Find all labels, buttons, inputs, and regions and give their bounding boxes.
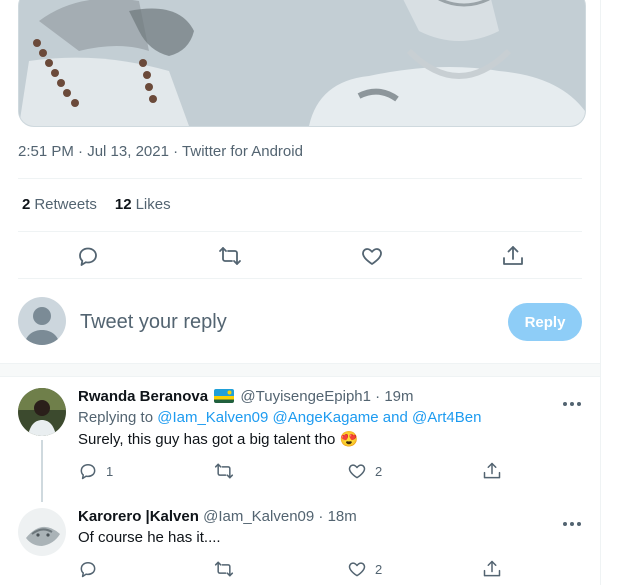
reply-body: Karorero |Kalven @Iam_Kalven09 · 18m Of … — [78, 508, 584, 582]
retweets-count: 2 — [22, 196, 31, 213]
relative-time[interactable]: 18m — [328, 508, 357, 525]
tweet-text-content: Surely, this guy has got a big talent th… — [78, 431, 336, 448]
reply-tweet[interactable]: Rwanda Beranova @TuyisengeEpiph1 · 19m R… — [18, 388, 584, 502]
replying-to-line: Replying to @Iam_Kalven09 @AngeKagame an… — [78, 409, 584, 426]
replying-to-mentions[interactable]: @Iam_Kalven09 @AngeKagame and @Art4Ben — [157, 409, 481, 426]
share-action[interactable] — [482, 558, 502, 580]
tweet-media-image[interactable] — [18, 0, 586, 127]
retweets-stat[interactable]: 2 Retweets — [22, 196, 97, 213]
pencil-drawing-illustration — [19, 0, 585, 126]
reply-icon — [80, 464, 96, 480]
like-action[interactable]: 2 — [347, 558, 382, 580]
reply-action-bar: 1 2 — [78, 460, 584, 484]
tweet-timestamp-line: 2:51 PM · Jul 13, 2021 · Twitter for And… — [18, 143, 303, 160]
separator-dot: · — [375, 388, 385, 405]
display-name[interactable]: Rwanda Beranova — [78, 388, 208, 405]
likes-stat[interactable]: 12 Likes — [115, 196, 171, 213]
reply-action[interactable] — [78, 558, 106, 580]
retweet-icon — [214, 561, 234, 577]
share-icon — [483, 462, 501, 479]
separator-dot: · — [78, 143, 88, 160]
reply-header: Rwanda Beranova @TuyisengeEpiph1 · 19m — [78, 388, 584, 405]
retweet-icon — [214, 463, 234, 479]
divider — [18, 278, 582, 279]
tweet-detail-column: 2:51 PM · Jul 13, 2021 · Twitter for And… — [0, 0, 601, 585]
more-options-icon[interactable] — [562, 394, 582, 406]
divider — [18, 178, 582, 179]
more-options-icon[interactable] — [562, 514, 582, 526]
thread-connector — [41, 440, 43, 502]
reply-action-bar: 2 — [78, 558, 584, 582]
tweet-stats: 2 Retweets 12 Likes — [22, 196, 171, 213]
divider — [18, 231, 582, 232]
reply-composer: Tweet your reply Reply — [18, 297, 582, 349]
tweet-action-bar — [18, 240, 582, 272]
share-icon — [483, 560, 501, 577]
like-count: 2 — [375, 463, 383, 479]
tweet-text: Of course he has it.... — [78, 529, 221, 546]
reply-icon[interactable] — [76, 244, 100, 268]
replying-prefix: Replying to — [78, 409, 154, 426]
retweet-action[interactable] — [214, 558, 242, 580]
heart-icon — [348, 562, 366, 577]
heart-icon[interactable] — [360, 244, 384, 268]
reply-action[interactable]: 1 — [78, 460, 113, 482]
heart-eyes-emoji: 😍 — [339, 431, 359, 448]
share-icon[interactable] — [501, 244, 525, 268]
retweets-label: Retweets — [34, 196, 97, 213]
likes-count: 12 — [114, 196, 132, 213]
heart-icon — [348, 464, 366, 479]
reply-body: Rwanda Beranova @TuyisengeEpiph1 · 19m R… — [78, 388, 584, 484]
handle[interactable]: @Iam_Kalven09 — [203, 508, 314, 525]
default-avatar-icon — [18, 297, 66, 345]
reply-tweet[interactable]: Karorero |Kalven @Iam_Kalven09 · 18m Of … — [18, 508, 584, 588]
tweet-source[interactable]: Twitter for Android — [182, 143, 303, 160]
tweet-date[interactable]: Jul 13, 2021 — [87, 143, 169, 160]
like-count: 2 — [375, 561, 383, 577]
tweet-time[interactable]: 2:51 PM — [18, 143, 74, 160]
retweet-action[interactable] — [214, 460, 242, 482]
reply-count: 1 — [106, 463, 114, 479]
reply-button[interactable]: Reply — [508, 303, 582, 341]
separator-dot: · — [318, 508, 328, 525]
share-action[interactable] — [482, 460, 502, 482]
relative-time[interactable]: 19m — [384, 388, 413, 405]
reply-input[interactable]: Tweet your reply — [80, 311, 227, 334]
retweet-icon[interactable] — [218, 244, 242, 268]
tweet-text: Surely, this guy has got a big talent th… — [78, 430, 584, 448]
reply-icon — [80, 562, 96, 578]
like-action[interactable]: 2 — [347, 460, 382, 482]
avatar[interactable] — [18, 388, 66, 436]
avatar[interactable] — [18, 508, 66, 556]
rwanda-flag-icon — [214, 389, 235, 403]
section-separator — [0, 363, 600, 377]
handle[interactable]: @TuyisengeEpiph1 — [240, 388, 371, 405]
likes-label: Likes — [135, 196, 171, 213]
reply-header: Karorero |Kalven @Iam_Kalven09 · 18m — [78, 508, 584, 525]
display-name[interactable]: Karorero |Kalven — [78, 508, 199, 525]
separator-dot: · — [173, 143, 183, 160]
